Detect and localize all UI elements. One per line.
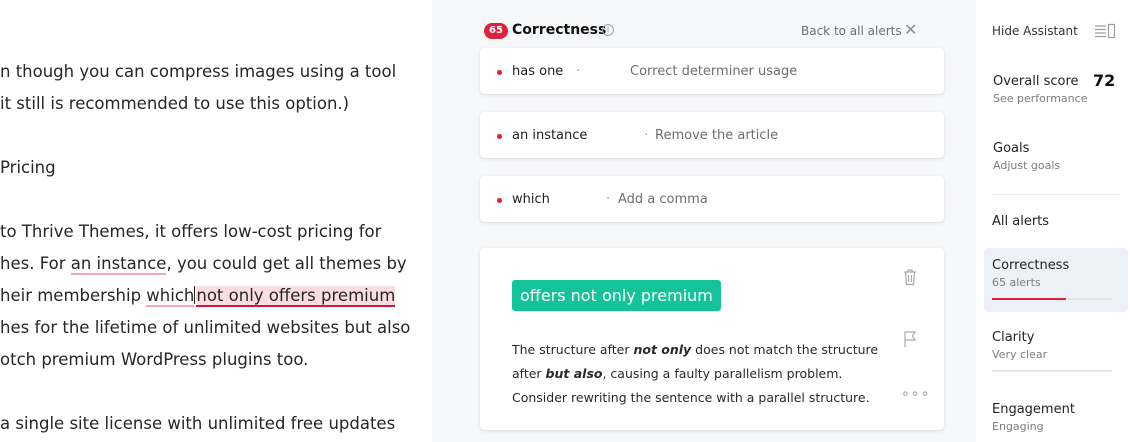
correctness-score-badge: 65	[484, 23, 508, 39]
alert-term: an instance	[512, 128, 588, 143]
alert-separator: ·	[576, 64, 581, 79]
close-icon[interactable]: ✕	[904, 20, 917, 40]
alert-description: Add a comma	[618, 192, 708, 207]
category-progress-bar	[992, 370, 1112, 372]
category-clarity[interactable]: Clarity Very clear	[984, 320, 1128, 384]
category-correctness[interactable]: Correctness 65 alerts	[984, 248, 1128, 312]
info-icon[interactable]: i	[602, 24, 614, 36]
editor-line[interactable]: heir membership which not only offers pre…	[0, 286, 396, 307]
category-name: Correctness	[992, 258, 1070, 273]
category-status: Very clear	[992, 348, 1048, 361]
category-name: Clarity	[992, 330, 1035, 345]
overall-score-value: 72	[1093, 71, 1116, 90]
adjust-goals-link[interactable]: Adjust goals	[993, 159, 1060, 172]
goals-label[interactable]: Goals	[993, 141, 1029, 156]
alert-card-which[interactable]: which · Add a comma	[480, 176, 944, 222]
editor-line[interactable]: a single site license with unlimited fre…	[0, 414, 395, 434]
score-sidebar: Hide Assistant Overall score 72 See perf…	[976, 0, 1130, 442]
alert-separator: ·	[606, 192, 611, 207]
alert-description: Remove the article	[655, 128, 779, 143]
alert-dot-icon	[497, 70, 502, 75]
all-alerts-link[interactable]: All alerts	[992, 214, 1049, 229]
alert-dot-icon	[497, 198, 502, 203]
editor-line[interactable]: to Thrive Themes, it offers low-cost pri…	[0, 222, 381, 242]
editor-heading[interactable]: Pricing	[0, 158, 56, 178]
alert-card-an-instance[interactable]: an instance · Remove the article	[480, 112, 944, 158]
alert-term: which	[512, 192, 550, 207]
back-to-all-alerts-link[interactable]: Back to all alerts	[801, 24, 902, 38]
overall-score-label[interactable]: Overall score	[993, 74, 1079, 89]
alert-dot-icon	[497, 134, 502, 139]
suggestion-button[interactable]: offers not only premium	[512, 280, 721, 311]
flagged-word-which[interactable]: which	[146, 286, 195, 307]
editor-line[interactable]: it still is recommended to use this opti…	[0, 94, 349, 114]
category-name: Engagement	[992, 402, 1075, 417]
editor-line[interactable]: hes for the lifetime of unlimited websit…	[0, 318, 410, 338]
divider	[992, 194, 1120, 195]
alert-card-has-one[interactable]: has one · Correct determiner usage	[480, 48, 944, 94]
editor-line[interactable]: n though you can compress images using a…	[0, 62, 396, 82]
panel-title: Correctness	[512, 22, 607, 38]
category-status: Engaging	[992, 420, 1044, 433]
flagged-phrase-highlight[interactable]: not only offers premium	[196, 286, 396, 307]
hide-assistant-button[interactable]: Hide Assistant	[992, 24, 1078, 38]
alert-separator: ·	[644, 128, 649, 143]
alert-description: Correct determiner usage	[630, 64, 798, 79]
category-status: 65 alerts	[992, 276, 1041, 289]
flag-icon[interactable]	[902, 330, 918, 352]
alert-detail-card: offers not only premium The structure af…	[480, 248, 944, 430]
category-progress-fill	[992, 298, 1067, 300]
document-editor[interactable]: n though you can compress images using a…	[0, 0, 440, 442]
flagged-word-an-instance[interactable]: an instance	[70, 254, 167, 275]
panel-toggle-icon[interactable]	[1094, 23, 1116, 43]
see-performance-link[interactable]: See performance	[993, 92, 1087, 105]
category-engagement[interactable]: Engagement Engaging	[984, 392, 1128, 442]
editor-line[interactable]: otch premium WordPress plugins too.	[0, 350, 308, 370]
trash-icon[interactable]	[902, 268, 918, 290]
category-progress-bar	[992, 298, 1112, 300]
alert-term: has one	[512, 64, 564, 79]
more-options-icon[interactable]: ∘∘∘	[901, 386, 930, 402]
assistant-panel: 65 Correctness i Back to all alerts ✕ ha…	[432, 0, 976, 442]
explanation-text: The structure after not only does not ma…	[512, 342, 879, 405]
editor-line[interactable]: hes. For an instance, you could get all …	[0, 254, 407, 275]
